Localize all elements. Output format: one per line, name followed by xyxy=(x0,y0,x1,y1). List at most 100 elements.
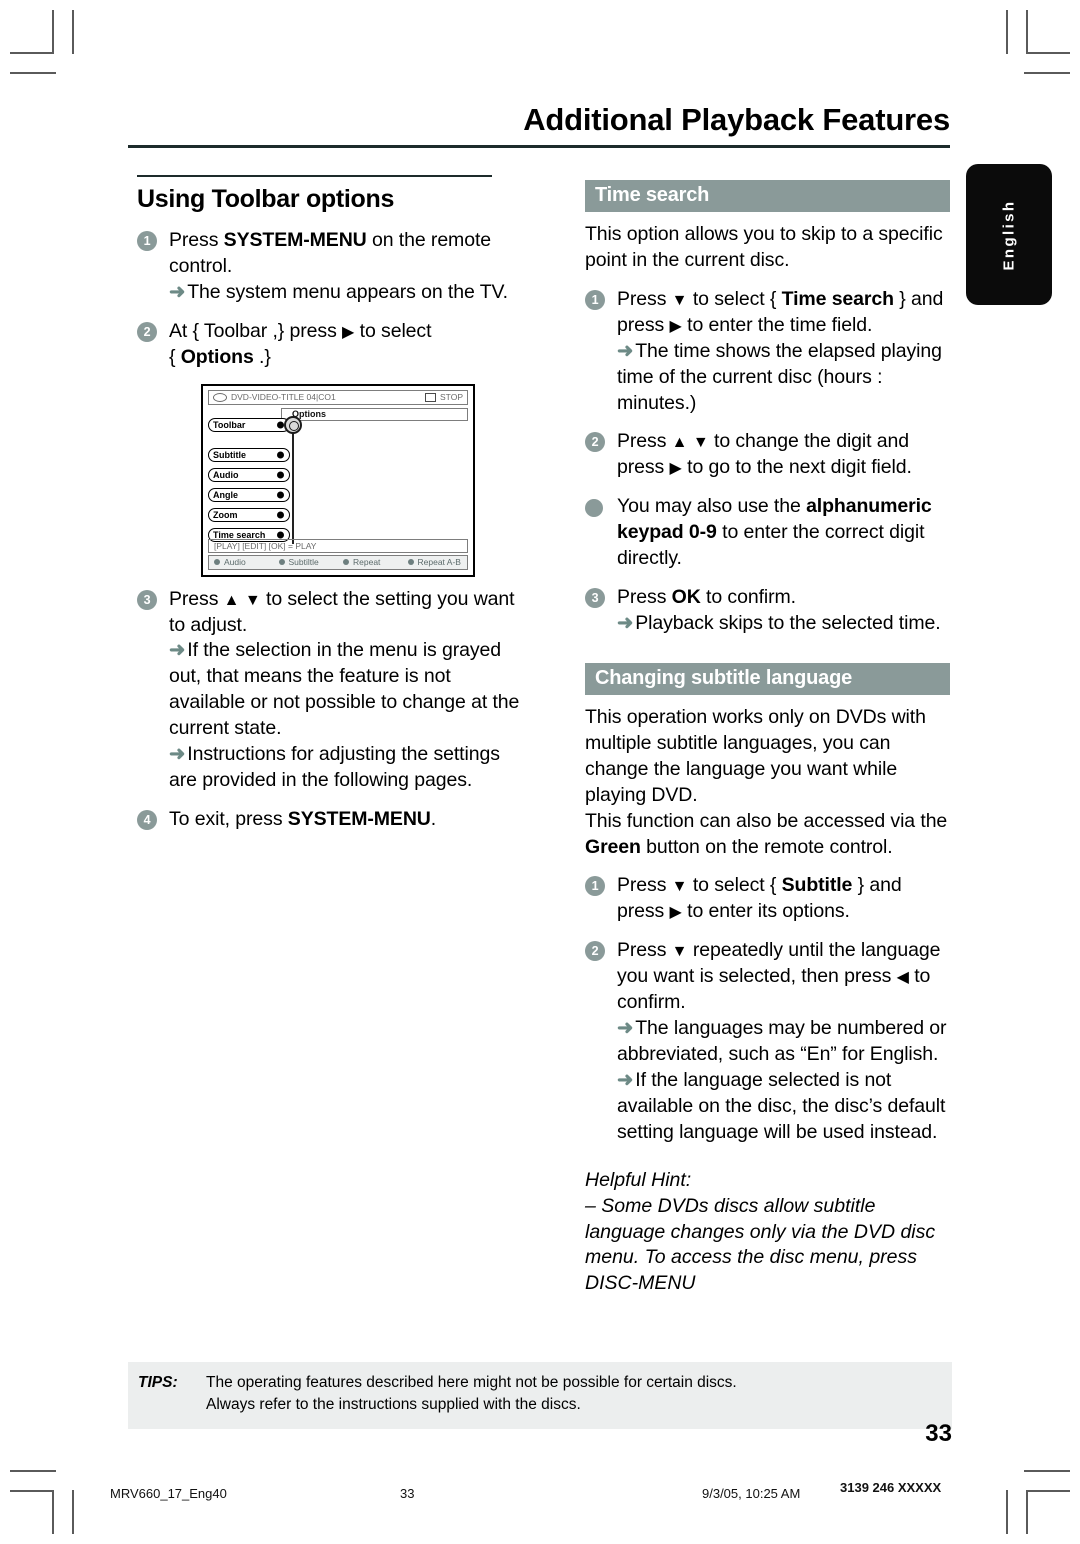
arrow-icon: ➜ xyxy=(169,280,186,303)
step-result-1: ➜ If the selection in the menu is grayed … xyxy=(169,638,529,742)
step-result: ➜ Playback skips to the selected time. xyxy=(617,611,950,637)
legend-item-repeat: Repeat xyxy=(338,557,403,567)
osd-row-label: Angle xyxy=(213,489,239,500)
step-text: Press xyxy=(169,587,224,610)
subtitle-intro-2: This function can also be accessed via t… xyxy=(585,809,950,861)
step-text-tail: to go to the next digit field. xyxy=(681,456,912,479)
print-footer-date: 9/3/05, 10:25 AM xyxy=(702,1486,801,1501)
step-text-tail: to enter its options. xyxy=(681,900,850,923)
print-footer-code: 3139 246 XXXXX xyxy=(840,1480,942,1495)
page-title: Additional Playback Features xyxy=(523,102,950,137)
crop-mark-bottom-left-2 xyxy=(72,1490,74,1534)
step-result-text: The time shows the elapsed playing time … xyxy=(617,339,942,414)
legend-label: Subtiltle xyxy=(288,557,319,568)
osd-legend-bar: Audio Subtiltle Repeat Repeat A-B xyxy=(208,554,468,570)
section-divider xyxy=(137,175,492,177)
crop-mark-top-right-2 xyxy=(1006,10,1008,54)
nav-up-icon: ▲ xyxy=(223,591,240,609)
arrow-icon: ➜ xyxy=(617,339,634,362)
step-result-text: If the selection in the menu is grayed o… xyxy=(169,639,520,740)
osd-row-angle[interactable]: Angle xyxy=(208,487,290,502)
step-result-text: The languages may be numbered or abbrevi… xyxy=(617,1017,947,1065)
osd-row-subtitle[interactable]: Subtitle xyxy=(208,447,290,462)
osd-info-bar: [PLAY] [EDIT] [OK] = PLAY xyxy=(208,538,468,553)
step-text: To exit, press xyxy=(169,807,288,830)
osd-row-toolbar[interactable]: Toolbar xyxy=(208,417,290,432)
osd-row-bullet-icon xyxy=(277,421,284,429)
step-result-text: The system menu appears on the TV. xyxy=(187,280,508,303)
tips-label: TIPS: xyxy=(138,1374,178,1391)
step-result-text: If the language selected is not availabl… xyxy=(617,1068,946,1143)
legend-dot-icon xyxy=(407,559,414,566)
legend-item-audio: Audio xyxy=(209,557,274,567)
tips-line-2: Always refer to the instructions supplie… xyxy=(206,1396,581,1414)
legend-label: Repeat xyxy=(353,557,381,568)
nav-down-icon: ▼ xyxy=(671,291,688,309)
crop-mark-bottom-right-2 xyxy=(1024,1470,1070,1472)
step-result: ➜ The system menu appears on the TV. xyxy=(169,280,529,306)
right-column: Time search This option allows you to sk… xyxy=(585,180,950,1297)
tips-line-1: The operating features described here mi… xyxy=(206,1374,737,1391)
step-result-2: ➜ Instructions for adjusting the settings… xyxy=(169,742,529,794)
osd-row-label: Toolbar xyxy=(213,419,246,430)
step-text: Press xyxy=(617,939,672,962)
time-search-intro: This option allows you to skip to a spec… xyxy=(585,223,943,271)
helpful-hint: Helpful Hint: – Some DVDs discs allow su… xyxy=(585,1168,950,1298)
brace-close: .} xyxy=(253,345,271,368)
language-tab-label: English xyxy=(1000,199,1018,270)
legend-label: Repeat A-B xyxy=(417,557,461,568)
arrow-icon: ➜ xyxy=(169,743,186,766)
left-column: Using Toolbar options 1 Press SYSTEM-MEN… xyxy=(137,175,529,846)
crop-mark-top-right xyxy=(1026,10,1028,54)
nav-down-icon: ▼ xyxy=(671,878,688,896)
osd-row-zoom[interactable]: Zoom xyxy=(208,507,290,522)
helpful-hint-title: Helpful Hint: xyxy=(585,1168,692,1191)
section-bar-time-search: Time search xyxy=(585,180,950,212)
arrow-icon: ➜ xyxy=(169,639,186,662)
legend-item-repeat-ab: Repeat A-B xyxy=(403,557,468,567)
crop-mark-bottom-left-2 xyxy=(10,1470,56,1472)
step-result: ➜ The time shows the elapsed playing time… xyxy=(617,339,950,417)
page-header: Additional Playback Features xyxy=(128,102,950,148)
dvd-osd-diagram: DVD-VIDEO-TITLE 04|CO1 STOP Options Tool… xyxy=(201,383,475,577)
osd-status-right-text: STOP xyxy=(440,392,463,403)
osd-row-audio[interactable]: Audio xyxy=(208,467,290,482)
nav-down-icon: ▼ xyxy=(244,591,261,609)
disc-icon xyxy=(213,392,227,402)
options-label: Options xyxy=(180,345,254,368)
osd-selected-node-icon xyxy=(284,415,302,434)
ts-step-3: 3 Press OK to confirm. ➜ Playback skips t… xyxy=(585,585,950,637)
arrow-icon: ➜ xyxy=(617,1068,634,1091)
subtitle-intro-2-pre: This function can also be accessed via t… xyxy=(585,809,948,832)
step-text-tail: to enter the time field. xyxy=(681,313,873,336)
language-tab: English xyxy=(966,164,1052,305)
note-text: You may also use the xyxy=(617,495,807,518)
arrow-icon: ➜ xyxy=(617,611,634,634)
nav-right-icon: ▶ xyxy=(669,460,682,478)
step-number: 1 xyxy=(137,231,157,251)
step-text-cont: to select xyxy=(354,319,432,342)
crop-mark-bottom-left xyxy=(52,1490,54,1534)
step-2: 2 At { Toolbar ,} press ▶ to select { Op… xyxy=(137,319,529,371)
green-button-label: Green xyxy=(585,835,641,858)
time-search-label: Time search xyxy=(781,287,894,310)
legend-dot-icon xyxy=(278,559,285,566)
step-text: Press xyxy=(169,229,224,251)
step-text-cont: to select { xyxy=(687,287,782,310)
crop-mark-top-left xyxy=(52,10,54,54)
osd-row-bullet-icon xyxy=(277,451,284,459)
step-text: Press xyxy=(617,874,672,897)
nav-right-icon: ▶ xyxy=(342,323,355,341)
helpful-hint-body: – Some DVDs discs allow subtitle languag… xyxy=(585,1194,936,1295)
print-footer-filename: MRV660_17_Eng40 xyxy=(110,1486,227,1501)
ts-bullet-note: You may also use the alphanumeric keypad… xyxy=(585,494,950,572)
arrow-icon: ➜ xyxy=(617,1017,634,1040)
ts-step-2: 2 Press ▲ ▼ to change the digit and pres… xyxy=(585,429,950,481)
osd-row-bullet-icon xyxy=(277,511,284,519)
osd-row-label: Zoom xyxy=(213,509,238,520)
step-text-cont: to select { xyxy=(687,874,782,897)
step-text: Press xyxy=(617,430,672,453)
step-text: Press xyxy=(617,586,672,609)
step-number: 2 xyxy=(585,432,605,453)
nav-right-icon: ▶ xyxy=(669,904,682,922)
